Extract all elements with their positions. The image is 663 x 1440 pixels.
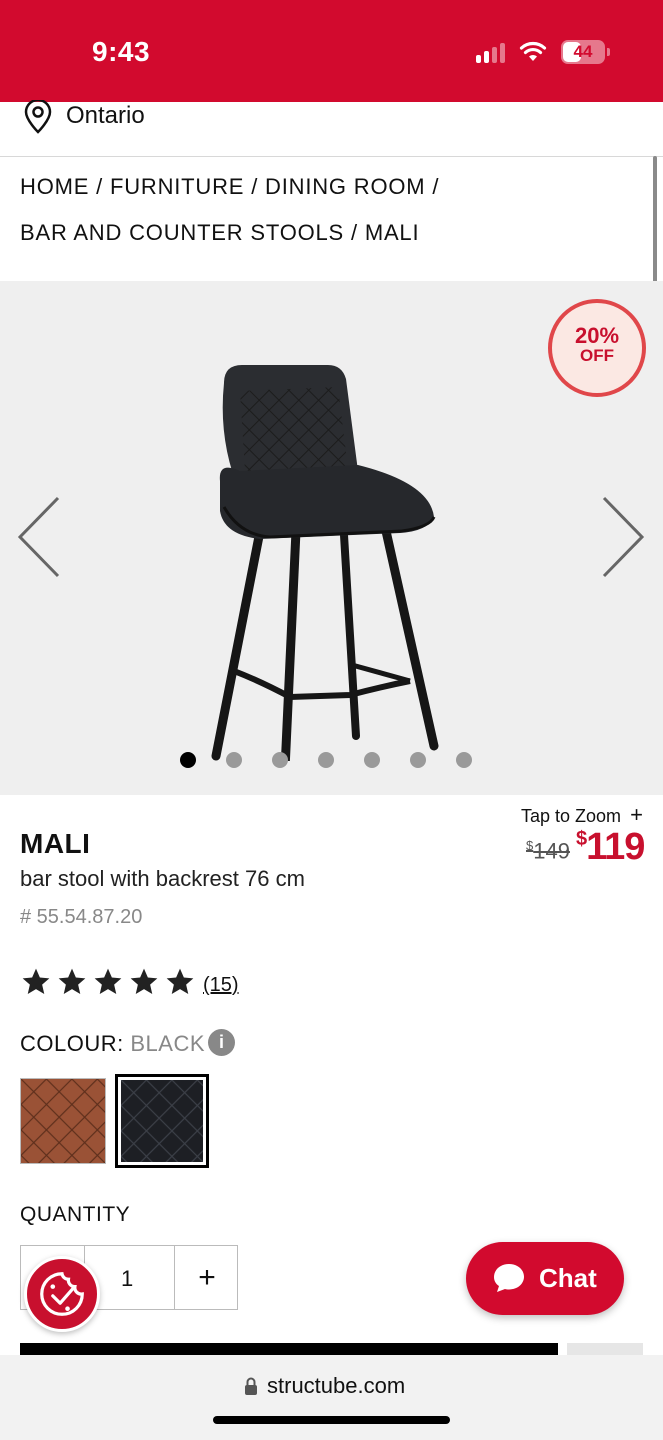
product-sku: # 55.54.87.20 [20,906,143,928]
colour-value: BLACK [130,1031,206,1056]
pagination-dot[interactable] [318,752,334,768]
breadcrumb-separator: / [96,174,104,199]
browser-address-bar[interactable]: structube.com [0,1355,663,1440]
breadcrumb: HOME / FURNITURE / DINING ROOM / BAR AND… [20,164,640,256]
discount-percent: 20% [574,323,620,348]
pagination-dot[interactable] [410,752,426,768]
previous-image-arrow-icon[interactable] [14,492,64,582]
cookie-consent-button[interactable] [24,1256,100,1332]
breadcrumb-separator: / [432,174,440,199]
pagination-dot[interactable] [180,752,196,768]
pagination-dot[interactable] [272,752,288,768]
chat-bubble-icon [494,1264,524,1292]
breadcrumb-current: MALI [364,220,420,245]
store-location-row[interactable]: Ontario [0,100,663,157]
diamond-pattern-icon [21,1079,105,1163]
image-pagination-dots [180,752,472,768]
url-text: structube.com [267,1373,406,1398]
location-label: Ontario [66,102,145,129]
status-time: 9:43 [92,36,151,67]
original-price-value: 149 [533,838,570,864]
info-icon[interactable]: i [208,1029,235,1056]
chat-button[interactable]: Chat [466,1242,624,1315]
review-count-link[interactable]: (15) [203,974,239,997]
location-pin-icon [24,100,52,134]
chat-label: Chat [539,1263,597,1293]
lock-icon [245,1377,257,1395]
sale-price: $119 [576,826,645,869]
tap-to-zoom-link[interactable]: Tap to Zoom + [521,802,643,828]
quantity-value[interactable]: 1 [121,1266,133,1292]
star-icon [58,968,86,994]
sale-price-value: 119 [586,826,645,868]
price-currency: $ [576,828,587,850]
product-name: MALI [20,828,91,859]
next-image-arrow-icon[interactable] [598,492,648,582]
pagination-dot[interactable] [456,752,472,768]
home-indicator [213,1416,450,1424]
colour-label-text: COLOUR: [20,1031,124,1056]
colour-swatch-brown[interactable] [20,1078,106,1164]
discount-badge: 20% OFF [548,299,646,397]
breadcrumb-bar-stools[interactable]: BAR AND COUNTER STOOLS [20,220,344,245]
breadcrumb-furniture[interactable]: FURNITURE [110,174,244,199]
bar-stool-product-image [211,365,439,761]
breadcrumb-dining-room[interactable]: DINING ROOM [265,174,425,199]
original-price: $149 [526,838,570,864]
quantity-increment-button[interactable]: + [175,1246,239,1309]
breadcrumb-separator: / [350,220,358,245]
colour-label: COLOUR: BLACK [20,1031,205,1057]
pagination-dot[interactable] [364,752,380,768]
breadcrumb-home[interactable]: HOME [20,174,89,199]
status-bar: 9:43 44 [0,0,663,102]
breadcrumb-separator: / [251,174,259,199]
star-icon [130,968,158,994]
discount-label: OFF [580,346,614,365]
star-icon [166,968,194,994]
wifi-icon [519,41,547,61]
quantity-label: QUANTITY [20,1203,131,1226]
star-icon [94,968,122,994]
pagination-dot[interactable] [226,752,242,768]
battery-level: 44 [573,42,593,61]
cookie-check-icon [40,1272,84,1316]
zoom-plus-icon: + [630,802,643,827]
diamond-pattern-icon [121,1080,203,1162]
status-icons: 44 [476,40,610,64]
tap-to-zoom-label: Tap to Zoom [521,806,622,826]
rating-stars[interactable] [20,966,196,998]
colour-swatch-black[interactable] [121,1080,203,1162]
product-description: bar stool with backrest 76 cm [20,866,305,891]
star-icon [22,968,50,994]
cellular-signal-icon [476,41,505,63]
battery-icon: 44 [561,40,610,64]
